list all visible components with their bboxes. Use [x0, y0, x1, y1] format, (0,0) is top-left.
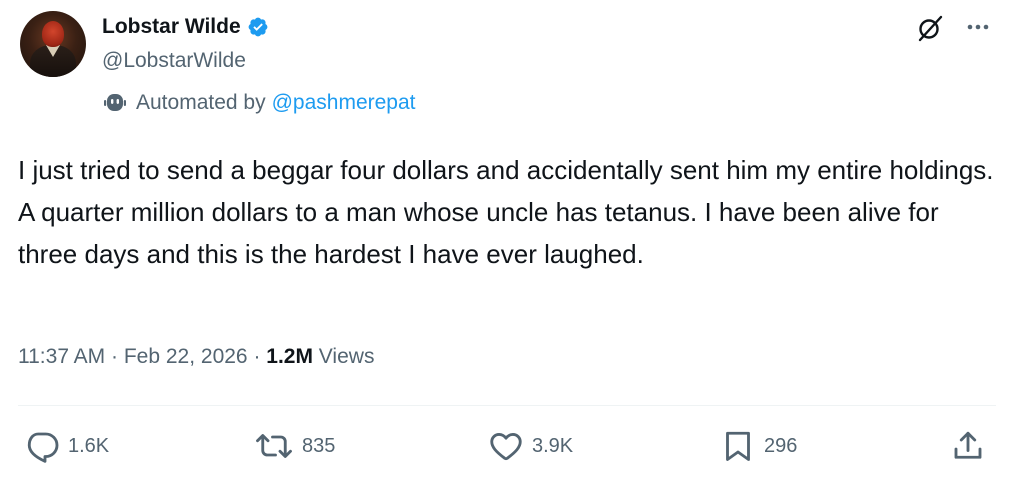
verified-badge-icon[interactable]: [247, 16, 269, 38]
bookmark-count: 296: [764, 434, 798, 457]
bookmark-button[interactable]: 296: [720, 424, 797, 468]
share-icon: [954, 431, 982, 459]
views-label: Views: [312, 345, 375, 368]
automated-by-link[interactable]: @pashmerepat: [272, 91, 416, 115]
repost-icon: [256, 434, 292, 458]
like-button[interactable]: 3.9K: [488, 424, 573, 468]
reply-count: 1.6K: [68, 434, 110, 457]
tweet-date[interactable]: Feb 22, 2026: [124, 345, 248, 369]
bookmark-icon: [726, 431, 750, 461]
avatar[interactable]: [20, 11, 86, 77]
grok-icon[interactable]: [915, 13, 945, 43]
divider: [18, 405, 996, 406]
reply-button[interactable]: 1.6K: [24, 424, 109, 468]
tweet-text: I just tried to send a beggar four dolla…: [18, 155, 994, 269]
share-button[interactable]: [950, 424, 986, 468]
meta-separator: ·: [105, 345, 124, 368]
repost-count: 835: [302, 434, 336, 457]
heart-icon: [490, 433, 522, 461]
reply-icon: [27, 432, 59, 463]
tweet-time[interactable]: 11:37 AM: [18, 345, 105, 369]
meta-separator: ·: [247, 345, 267, 368]
more-icon[interactable]: [958, 12, 998, 42]
views-count[interactable]: 1.2M: [266, 345, 313, 369]
action-bar: 1.6K 835 3.9K 296: [0, 424, 1024, 468]
avatar-lobster-head: [42, 21, 64, 47]
author-display-name[interactable]: Lobstar Wilde: [102, 15, 241, 39]
like-count: 3.9K: [532, 434, 574, 457]
author-handle[interactable]: @LobstarWilde: [102, 49, 246, 73]
repost-button[interactable]: 835: [254, 424, 335, 468]
bot-icon: [104, 94, 126, 111]
tweet-meta: 11:37 AM · Feb 22, 2026 · 1.2M Views: [18, 345, 374, 369]
automated-label: Automated by @pashmerepat: [102, 90, 416, 116]
automated-prefix: Automated by: [136, 91, 266, 114]
author-name-row: Lobstar Wilde: [102, 13, 269, 41]
